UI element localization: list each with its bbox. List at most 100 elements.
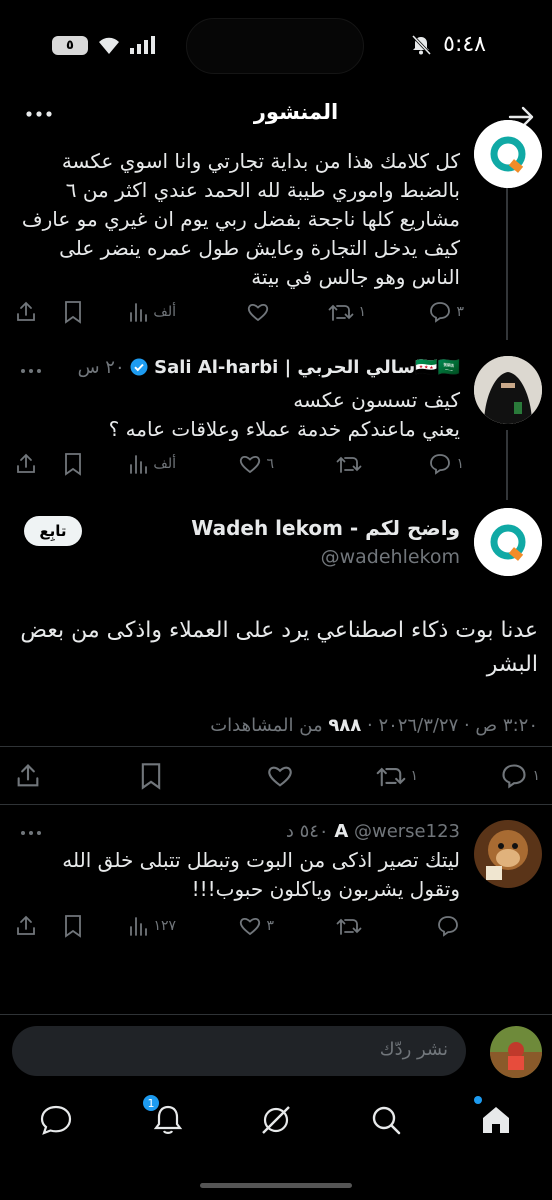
battery-icon: ٥ — [52, 36, 88, 55]
post-text: كل كلامك هذا من بداية تجارتي وانا اسوي ع… — [21, 149, 460, 289]
reply-icon — [438, 916, 458, 937]
bookmark-icon[interactable] — [62, 914, 84, 938]
heart-icon — [240, 917, 261, 936]
reply-icon — [430, 302, 451, 323]
avatar[interactable] — [474, 356, 542, 424]
like-count: ٣ — [266, 918, 274, 934]
post-text: عدنا بوت ذكاء اصطناعي يرد على العملاء وا… — [20, 618, 538, 677]
views-button[interactable]: ١٢٧ — [127, 912, 176, 940]
home-icon — [483, 1107, 509, 1133]
avatar[interactable] — [474, 508, 542, 576]
post-actions: ٣ ١٢٧ — [14, 912, 464, 940]
like-button[interactable]: ٣ — [238, 912, 274, 940]
reply-button[interactable]: ١ — [500, 762, 540, 790]
more-options-icon[interactable] — [20, 366, 42, 376]
nav-grok[interactable] — [258, 1102, 294, 1138]
views-count: ألف — [153, 456, 176, 472]
repost-button[interactable]: ١ — [328, 298, 366, 326]
bookmark-icon[interactable] — [62, 452, 84, 476]
repost-icon — [377, 767, 406, 787]
repost-icon — [336, 456, 362, 473]
top-bar: المنشور — [0, 92, 552, 140]
signal-icon — [130, 36, 155, 54]
post-actions: ١ ١ — [14, 762, 540, 790]
reply-button[interactable]: ٣ — [428, 298, 464, 326]
bookmark-icon[interactable] — [138, 762, 164, 790]
author-handle[interactable]: @wadehlekom — [321, 546, 460, 568]
profile-photo-icon — [474, 356, 542, 424]
new-content-dot — [474, 1096, 482, 1104]
reply-placeholder: نشر ردّك — [379, 1039, 448, 1060]
heart-icon — [240, 455, 261, 474]
repost-button[interactable]: ١ — [376, 762, 418, 790]
nav-search[interactable] — [368, 1102, 404, 1138]
heart-icon — [247, 303, 269, 322]
like-button[interactable] — [246, 298, 274, 326]
share-icon[interactable] — [14, 914, 38, 938]
like-count: ٦ — [266, 456, 274, 472]
status-bar: ٥ ٥:٤٨ — [0, 0, 552, 92]
reply-count: ١ — [532, 768, 540, 784]
author-name[interactable]: واضح لكم - Wadeh lekom — [191, 516, 460, 540]
post-text: ليتك تصير اذكى من البوت وتبطل تتبلى خلق … — [62, 848, 460, 901]
post-actions: ١ ٦ ألف — [14, 450, 464, 478]
divider — [0, 804, 552, 805]
reply-button[interactable]: ١ — [428, 450, 464, 478]
like-button[interactable] — [266, 762, 294, 790]
author-handle[interactable]: @werse123 — [354, 821, 460, 842]
avatar[interactable] — [474, 120, 542, 188]
nav-home[interactable] — [474, 1096, 514, 1138]
wadeh-logo-icon — [474, 120, 542, 188]
clock: ٥:٤٨ — [443, 32, 486, 57]
views-button[interactable]: ألف — [127, 450, 176, 478]
bookmark-icon[interactable] — [62, 300, 84, 324]
reply-count: ١ — [456, 456, 464, 472]
my-avatar[interactable] — [490, 1026, 542, 1078]
notification-badge: 1 — [142, 1094, 160, 1112]
share-icon[interactable] — [14, 452, 38, 476]
views-count: ٩٨٨ — [328, 715, 362, 736]
more-options-icon[interactable] — [20, 828, 42, 838]
page-title: المنشور — [253, 100, 339, 124]
post-actions: ٣ ١ ألف — [14, 298, 464, 326]
share-icon[interactable] — [14, 762, 42, 790]
author-name[interactable]: 🇸🇾🇸🇦سالي الحربي | Sali Al-harbi — [154, 357, 460, 378]
views-icon — [130, 303, 148, 322]
divider — [0, 1014, 552, 1015]
profile-photo-icon — [490, 1026, 542, 1078]
reply-button[interactable] — [436, 912, 464, 940]
reply-input[interactable]: نشر ردّك — [12, 1026, 466, 1076]
share-icon[interactable] — [14, 300, 38, 324]
nav-messages[interactable] — [38, 1102, 74, 1138]
repost-icon — [336, 918, 362, 935]
camera-cutout — [186, 18, 364, 74]
grok-icon — [262, 1106, 290, 1134]
post-text: كيف تسسون عكسه يعني ماعندكم خدمة عملاء و… — [108, 388, 460, 441]
bottom-nav: 1 — [0, 1088, 552, 1154]
post-header: A @werse123 ٥٤٠ د — [20, 821, 460, 842]
repost-count: ١ — [358, 304, 366, 320]
views-icon — [130, 455, 148, 474]
verified-badge-icon — [130, 358, 148, 376]
reply-count: ٣ — [456, 304, 464, 320]
repost-button[interactable] — [336, 912, 366, 940]
follow-button[interactable]: تابِع — [24, 516, 82, 546]
bell-off-icon — [411, 34, 432, 56]
nav-notifications[interactable]: 1 — [142, 1094, 186, 1138]
post-header: 🇸🇾🇸🇦سالي الحربي | Sali Al-harbi ٢٠ س — [20, 357, 460, 378]
post-date-time: ٣:٢٠ ص · ٢٠٢٦/٣/٢٧ · — [361, 715, 538, 736]
post-time: ٥٤٠ د — [285, 821, 329, 842]
thread-line — [506, 430, 508, 500]
avatar[interactable] — [474, 820, 542, 888]
like-button[interactable]: ٦ — [238, 450, 274, 478]
views-button[interactable]: ألف — [127, 298, 176, 326]
repost-icon — [329, 304, 354, 321]
views-label: من المشاهدات — [210, 715, 329, 736]
author-name[interactable]: A — [334, 821, 348, 842]
repost-button[interactable] — [336, 450, 366, 478]
home-indicator — [200, 1183, 352, 1188]
wadeh-logo-icon — [474, 508, 542, 576]
message-icon — [40, 1105, 72, 1135]
wifi-icon — [99, 37, 119, 54]
views-count: ١٢٧ — [153, 918, 176, 934]
